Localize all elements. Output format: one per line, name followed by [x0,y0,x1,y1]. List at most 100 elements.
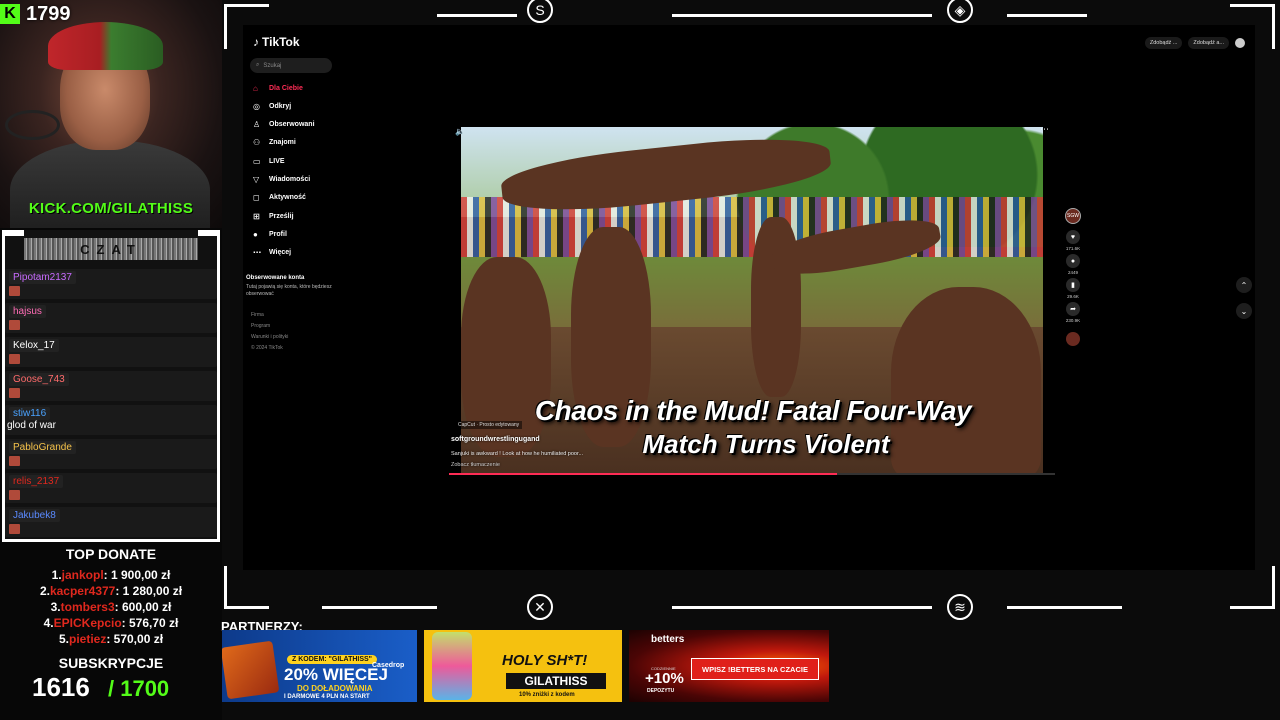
sidebar-item-label: Prześlij [269,212,294,220]
viewer-count: 1799 [26,2,71,25]
like-icon[interactable]: ♥ [1066,230,1080,244]
avatar[interactable] [1235,38,1245,48]
sidebar-item-activity[interactable]: ◻ Aktywność [253,192,306,204]
footer-link[interactable]: Program [251,323,270,329]
footer-link[interactable]: Warunki i polityki [251,334,288,340]
frame-line [224,4,269,7]
sidebar-item-more[interactable]: ⋯ Więcej [253,247,291,259]
friends-icon: ⚇ [253,138,261,148]
donate-amount: : 600,00 zł [114,600,172,614]
subs-title: SUBSKRYPCJE [58,655,164,671]
sponsor-logo-icon: ✕ [527,594,553,620]
like-count: 171.6K [1065,246,1081,251]
sidebar-item-messages[interactable]: ▽ Wiadomości [253,174,310,186]
sidebar-item-label: Znajomi [269,139,296,147]
get-coins-button[interactable]: Zdobądź ... [1144,37,1183,49]
sidebar-item-profile[interactable]: ● Profil [253,228,287,240]
video-player[interactable]: Chaos in the Mud! Fatal Four-Way Match T… [461,127,1043,473]
search-input[interactable]: ⌕ Szukaj [250,58,332,73]
chat-username[interactable]: hajsus [9,305,46,318]
donate-name: pietiez [68,632,107,646]
share-icon[interactable]: ➦ [1066,302,1080,316]
donate-entry: 3.tombers3: 600,00 zł [0,600,222,614]
search-icon: ⌕ [256,62,260,68]
sponsor-logo-icon: ≋ [947,594,973,620]
chat-corner [2,230,24,236]
footer-link[interactable]: © 2024 TikTok [251,345,283,351]
chat-username[interactable]: Kelox_17 [9,339,59,352]
video-progress-fill [449,473,837,475]
get-app-button[interactable]: Zdobądź a... [1188,37,1229,49]
chat-username[interactable]: stiw116 [9,407,51,420]
home-icon: ⌂ [253,83,258,93]
headset [5,110,60,140]
sidebar-item-label: Obserwowani [269,121,315,129]
sidebar-item-label: Dla Ciebie [269,84,303,92]
tiktok-logo[interactable]: ♪ TikTok [253,35,300,49]
bookmark-icon[interactable]: ▮ [1066,278,1080,292]
chat-username[interactable]: Jakubek8 [9,509,60,522]
comment-icon[interactable]: ● [1066,254,1080,268]
see-translation-link[interactable]: Zobacz tłumaczenie [451,462,500,468]
viewer-badge: K 1799 [0,2,71,26]
video-title-line2: Match Turns Violent [642,429,890,459]
frame-line [1230,606,1275,609]
top-actions: Zdobądź ... Zdobądź a... [1144,37,1245,49]
capcut-label[interactable]: CapCut · Prosto edytowany [455,421,523,429]
search-placeholder: Szukaj [263,62,282,69]
partner-ad-holyshit[interactable]: HOLY SH*T! GILATHISS 10% zniżki z kodem [424,630,622,702]
frame-line [672,606,932,609]
sidebar-item-label: Aktywność [269,194,306,202]
video-author[interactable]: softgroundwrestlingugand [451,436,540,443]
sidebar-item-upload[interactable]: ⊞ Prześlij [253,210,294,222]
donate-rank: 2. [39,584,50,598]
sidebar-item-home[interactable]: ⌂ Dla Ciebie [253,82,303,94]
donate-name: jankopl [61,568,104,582]
partner-ad-casedrop[interactable]: Z KODEM: "GILATHISS" Casedrop 20% WIĘCEJ… [222,630,417,702]
donate-rank: 4. [43,616,54,630]
chat-username[interactable]: PabloGrande [9,441,76,454]
previous-video-button[interactable]: ⌃ [1236,277,1252,293]
ad-product-graphic [432,632,472,700]
chat-username[interactable]: Pipotam2137 [9,271,76,284]
following-icon: ♙ [253,120,261,130]
chat-username[interactable]: relis_2137 [9,475,64,488]
sidebar-item-following[interactable]: ♙ Obserwowani [253,119,315,131]
ad-headline: HOLY SH*T! [502,652,588,669]
webcam-feed [0,0,222,228]
action-rail: SGW ♥ 171.6K ● 2449 ▮ 29.6K ➦ 230.9K [1063,208,1083,346]
channel-url: KICK.COM/GILATHISS [28,200,194,217]
more-options-icon[interactable]: ⋯ [1040,124,1049,135]
sidebar-item-live[interactable]: ▭ LIVE [253,155,285,167]
volume-icon[interactable]: 🔈 [455,127,465,136]
emote-icon [9,320,20,330]
author-avatar[interactable]: SGW [1065,208,1081,224]
ad-logo: betters [651,634,685,645]
sidebar-item-compass[interactable]: ◎ Odkryj [253,100,291,112]
chat-text: glod of war [7,420,56,431]
emote-icon [9,490,20,500]
donate-amount: : 576,70 zł [121,616,179,630]
donate-entry: 4.EPICKepcio: 576,70 zł [0,616,222,630]
music-disc-icon[interactable] [1066,332,1080,346]
footer-link[interactable]: Firma [251,312,264,318]
chat-username[interactable]: Goose_743 [9,373,69,386]
kick-logo-icon: K [0,4,20,24]
frame-line [1272,4,1275,49]
activity-icon: ◻ [253,193,260,203]
save-count: 29.6K [1067,294,1079,299]
donate-amount: : 570,00 zł [106,632,164,646]
emote-icon [9,388,20,398]
chat-message: PabloGrande [5,439,217,469]
donate-entry: 1.jankopl: 1 900,00 zł [0,568,222,582]
ad-subline: DO DOŁADOWANIA [297,684,373,693]
sponsor-logo-icon: S [527,0,553,23]
partner-ad-betters[interactable]: betters CODZIENNIE +10% DEPOZYTU WPISZ !… [629,630,829,702]
ad-code: GILATHISS [506,673,606,689]
followed-accounts-text: Tutaj pojawią się konta, które będziesz … [246,284,332,297]
video-progress-bar[interactable] [449,473,1055,475]
sidebar-item-friends[interactable]: ⚇ Znajomi [253,137,296,149]
next-video-button[interactable]: ⌄ [1236,303,1252,319]
streamer-cap [48,22,163,70]
chat-message: stiw116 glod of war [5,405,217,435]
